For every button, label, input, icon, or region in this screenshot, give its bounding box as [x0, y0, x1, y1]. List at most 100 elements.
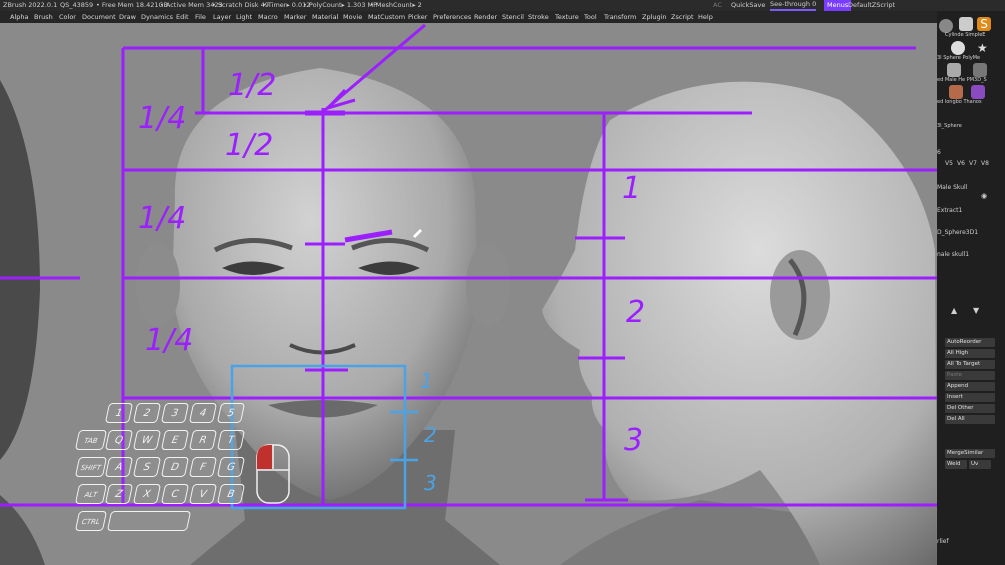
key-g: G: [216, 457, 246, 477]
menu-transform[interactable]: Transform: [604, 11, 636, 23]
subtool-thumb-longbow[interactable]: [949, 85, 963, 99]
arrow-up-icon[interactable]: ▲: [951, 306, 957, 315]
arrow-down-icon[interactable]: ▼: [973, 306, 979, 315]
menu-stroke[interactable]: Stroke: [528, 11, 549, 23]
menu-help[interactable]: Help: [698, 11, 713, 23]
insert-button[interactable]: Insert: [945, 393, 995, 402]
key-q: Q: [104, 430, 134, 450]
key-s: S: [132, 457, 162, 477]
menu-tool[interactable]: Tool: [584, 11, 597, 23]
key-v: V: [188, 484, 218, 504]
label-quarter-2: 1/4: [138, 201, 186, 236]
simple-brush-icon[interactable]: S: [977, 17, 991, 31]
key-4: 4: [188, 403, 218, 423]
merge-similar-button[interactable]: MergeSimilar: [945, 449, 995, 458]
autoreorder-button[interactable]: AutoReorder: [945, 338, 995, 347]
label-half-top: 1/2: [228, 68, 276, 103]
menu-edit[interactable]: Edit: [176, 11, 189, 23]
subtool-label-3: ed Male He PM3D_S: [937, 77, 987, 83]
subtool-thumb-male-head[interactable]: [947, 63, 961, 77]
version-v7[interactable]: V7: [969, 160, 977, 167]
uv-button[interactable]: Uv: [969, 460, 991, 469]
menu-zplugin[interactable]: Zplugin: [642, 11, 667, 23]
layer-sphere3d1[interactable]: D_Sphere3D1: [937, 229, 978, 236]
menu-movie[interactable]: Movie: [343, 11, 362, 23]
app-version: ZBrush 2022.0.1: [3, 1, 58, 9]
version-v5[interactable]: V5: [945, 160, 953, 167]
key-space: [106, 511, 192, 531]
del-all-button[interactable]: Del All: [945, 415, 995, 424]
subtool-thumb-sphere[interactable]: [951, 41, 965, 55]
label-profile-3: 3: [624, 423, 643, 458]
version-v6[interactable]: V6: [957, 160, 965, 167]
append-button[interactable]: Append: [945, 382, 995, 391]
menu-render[interactable]: Render: [474, 11, 497, 23]
all-high-button[interactable]: All High: [945, 349, 995, 358]
key-2: 2: [132, 403, 162, 423]
eye-icon[interactable]: ◉: [981, 192, 987, 200]
subtool-label-4: ed longbo Thanos: [937, 99, 982, 105]
menu-dynamics[interactable]: Dynamics: [141, 11, 173, 23]
key-r: R: [188, 430, 218, 450]
key-1: 1: [104, 403, 134, 423]
menu-bar: Alpha Brush Color Document Draw Dynamics…: [0, 11, 937, 23]
key-d: D: [160, 457, 190, 477]
menu-preferences[interactable]: Preferences: [433, 11, 471, 23]
session-name: QS_43859: [60, 1, 94, 9]
subtool-thumb-pm3d[interactable]: [973, 63, 987, 77]
key-shift: SHIFT: [74, 457, 108, 477]
key-a: A: [104, 457, 134, 477]
menu-marker[interactable]: Marker: [284, 11, 306, 23]
menu-layer[interactable]: Layer: [213, 11, 231, 23]
weld-button[interactable]: Weld: [945, 460, 967, 469]
default-zscript-button[interactable]: DefaultZScript: [848, 0, 895, 11]
all-to-target-button[interactable]: All To Target: [945, 360, 995, 369]
menu-file[interactable]: File: [195, 11, 206, 23]
menu-light[interactable]: Light: [236, 11, 252, 23]
level-label: 6: [937, 149, 941, 156]
free-mem: • Free Mem 18.421GB: [96, 1, 169, 9]
profile-head-model: [542, 81, 937, 565]
menu-draw[interactable]: Draw: [119, 11, 136, 23]
subtool-thumb-cylinder[interactable]: [939, 19, 953, 33]
menu-macro[interactable]: Macro: [258, 11, 278, 23]
menu-texture[interactable]: Texture: [555, 11, 579, 23]
sphere-label: 3I_Sphere: [937, 123, 962, 129]
canvas-viewport[interactable]: 1/2 1/2 1/4 1/4 1/4 1 2 3 1 2 3 1 2 3 4 …: [0, 23, 937, 565]
layer-male-skull[interactable]: Male Skull: [937, 184, 967, 191]
del-other-button[interactable]: Del Other: [945, 404, 995, 413]
key-f: F: [188, 457, 218, 477]
label-half-mid: 1/2: [225, 128, 273, 163]
menu-document[interactable]: Document: [82, 11, 116, 23]
subtool-thumb-simple[interactable]: [959, 17, 973, 31]
paste-button[interactable]: Paste: [945, 371, 995, 380]
subtool-label-1: Cylinde SimpleE: [945, 32, 986, 38]
version-v8[interactable]: V8: [981, 160, 989, 167]
key-w: W: [132, 430, 162, 450]
key-t: T: [216, 430, 246, 450]
subtool-thumb-thanos[interactable]: [971, 85, 985, 99]
relief-label: rlief: [937, 538, 949, 545]
label-profile-1: 1: [622, 171, 641, 206]
menu-matcustom[interactable]: MatCustom: [368, 11, 405, 23]
mouse-icon: [256, 444, 290, 504]
key-b: B: [216, 484, 246, 504]
menu-material[interactable]: Material: [312, 11, 338, 23]
menu-zscript[interactable]: Zscript: [671, 11, 694, 23]
menu-color[interactable]: Color: [59, 11, 76, 23]
menu-alpha[interactable]: Alpha: [10, 11, 28, 23]
polymesh-star-icon[interactable]: ★: [977, 41, 988, 55]
key-tab: TAB: [74, 430, 108, 450]
layer-female-skull[interactable]: nale skull1: [937, 251, 969, 258]
layer-extract1[interactable]: Extract1: [937, 207, 962, 214]
menu-stencil[interactable]: Stencil: [502, 11, 524, 23]
title-bar: ZBrush 2022.0.1 QS_43859 • Free Mem 18.4…: [0, 0, 1005, 11]
keyboard-overlay: 1 2 3 4 5 TAB Q W E R T SHIFT A S D F G …: [74, 401, 250, 541]
see-through-slider[interactable]: See-through 0: [770, 0, 817, 11]
menu-brush[interactable]: Brush: [34, 11, 53, 23]
label-quarter-3: 1/4: [145, 323, 193, 358]
quicksave-button[interactable]: QuickSave: [728, 0, 768, 11]
menu-picker[interactable]: Picker: [408, 11, 427, 23]
right-tool-panel: S Cylinde SimpleE ★ 3I Sphere PolyMe ed …: [937, 11, 1005, 565]
key-3: 3: [160, 403, 190, 423]
